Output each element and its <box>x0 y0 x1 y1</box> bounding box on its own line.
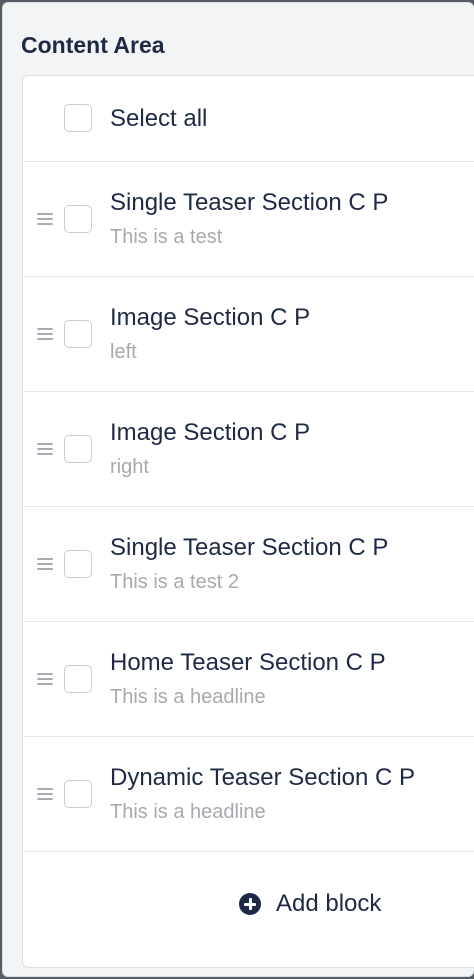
block-checkbox[interactable] <box>64 550 92 578</box>
drag-handle-icon[interactable] <box>37 558 53 570</box>
block-subtitle: This is a test 2 <box>110 571 239 593</box>
drag-handle-icon[interactable] <box>37 328 53 340</box>
block-title: Image Section C P <box>110 419 311 446</box>
block-row[interactable]: Image Section C P left <box>23 277 474 392</box>
block-title: Dynamic Teaser Section C P <box>110 764 416 791</box>
block-row[interactable]: Home Teaser Section C P This is a headli… <box>23 622 474 737</box>
block-title: Single Teaser Section C P <box>110 189 389 216</box>
plus-circle-icon <box>239 893 261 915</box>
drag-handle-icon[interactable] <box>37 443 53 455</box>
block-row[interactable]: Single Teaser Section C P This is a test <box>23 162 474 277</box>
block-checkbox[interactable] <box>64 435 92 463</box>
block-title: Home Teaser Section C P <box>110 649 386 676</box>
block-subtitle: This is a headline <box>110 686 266 708</box>
block-checkbox[interactable] <box>64 780 92 808</box>
block-subtitle: This is a headline <box>110 801 266 823</box>
block-row[interactable]: Single Teaser Section C P This is a test… <box>23 507 474 622</box>
block-row[interactable]: Dynamic Teaser Section C P This is a hea… <box>23 737 474 852</box>
panel-title: Content Area <box>21 32 165 58</box>
block-subtitle: This is a test <box>110 226 223 248</box>
drag-handle-icon[interactable] <box>37 213 53 225</box>
add-block-label: Add block <box>276 890 382 917</box>
block-checkbox[interactable] <box>64 320 92 348</box>
block-checkbox[interactable] <box>64 205 92 233</box>
content-area-panel: Content Area Select all Single Teaser Se… <box>2 2 474 977</box>
drag-handle-icon[interactable] <box>37 788 53 800</box>
block-title: Image Section C P <box>110 304 311 331</box>
block-title: Single Teaser Section C P <box>110 534 389 561</box>
block-checkbox[interactable] <box>64 665 92 693</box>
block-subtitle: right <box>110 456 149 478</box>
add-block-button[interactable]: Add block <box>239 888 381 920</box>
block-list: Select all Single Teaser Section C P Thi… <box>22 75 474 968</box>
select-all-label: Select all <box>110 105 208 132</box>
block-row[interactable]: Image Section C P right <box>23 392 474 507</box>
drag-handle-icon[interactable] <box>37 673 53 685</box>
select-all-checkbox[interactable] <box>64 104 92 132</box>
select-all-row[interactable]: Select all <box>23 76 474 162</box>
block-subtitle: left <box>110 341 137 363</box>
